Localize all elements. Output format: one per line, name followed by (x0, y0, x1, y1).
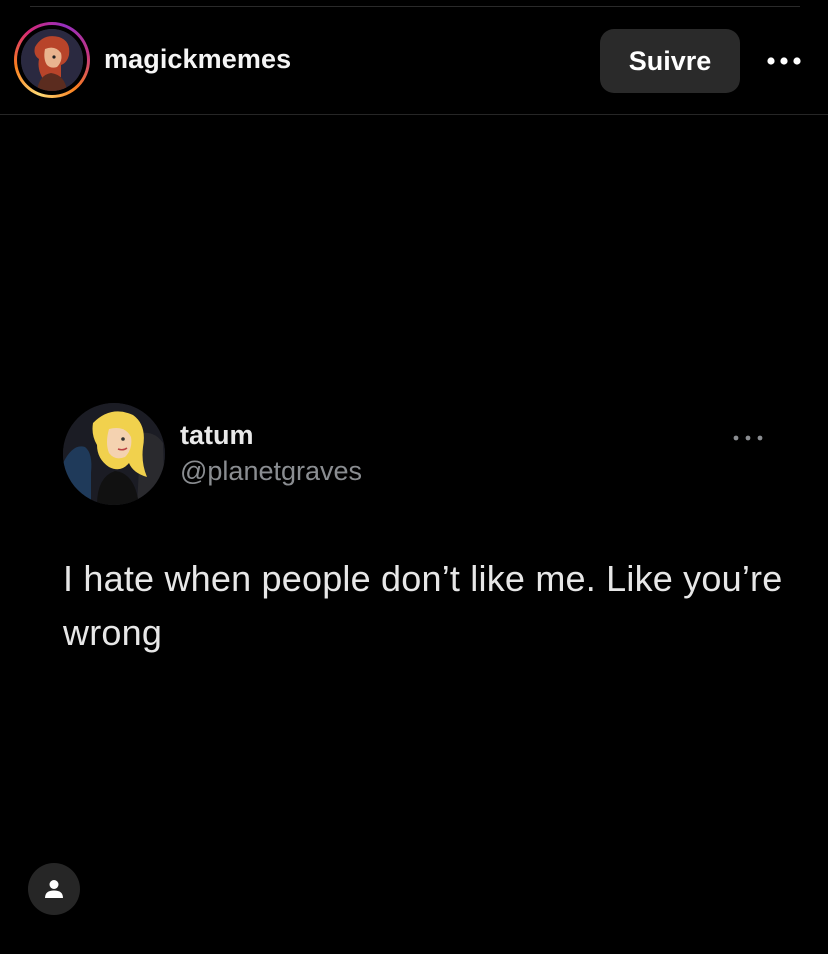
tweet-author-avatar (63, 403, 165, 505)
post-header: magickmemes Suivre (0, 0, 828, 115)
tweet-more-options (728, 428, 768, 448)
follow-button[interactable]: Suivre (600, 29, 740, 93)
more-options-button[interactable] (762, 44, 806, 78)
author-avatar[interactable] (14, 22, 90, 98)
more-horizontal-icon (767, 57, 801, 65)
more-horizontal-icon (733, 435, 763, 441)
tagged-people-button[interactable] (28, 863, 80, 915)
author-avatar-image (21, 29, 83, 91)
tweet-display-name: tatum (180, 420, 254, 450)
tweet-text: I hate when people don’t like me. Like y… (63, 558, 783, 653)
tweet-handle: @planetgraves (180, 456, 363, 486)
person-icon (45, 880, 63, 898)
author-username[interactable]: magickmemes (104, 44, 291, 75)
